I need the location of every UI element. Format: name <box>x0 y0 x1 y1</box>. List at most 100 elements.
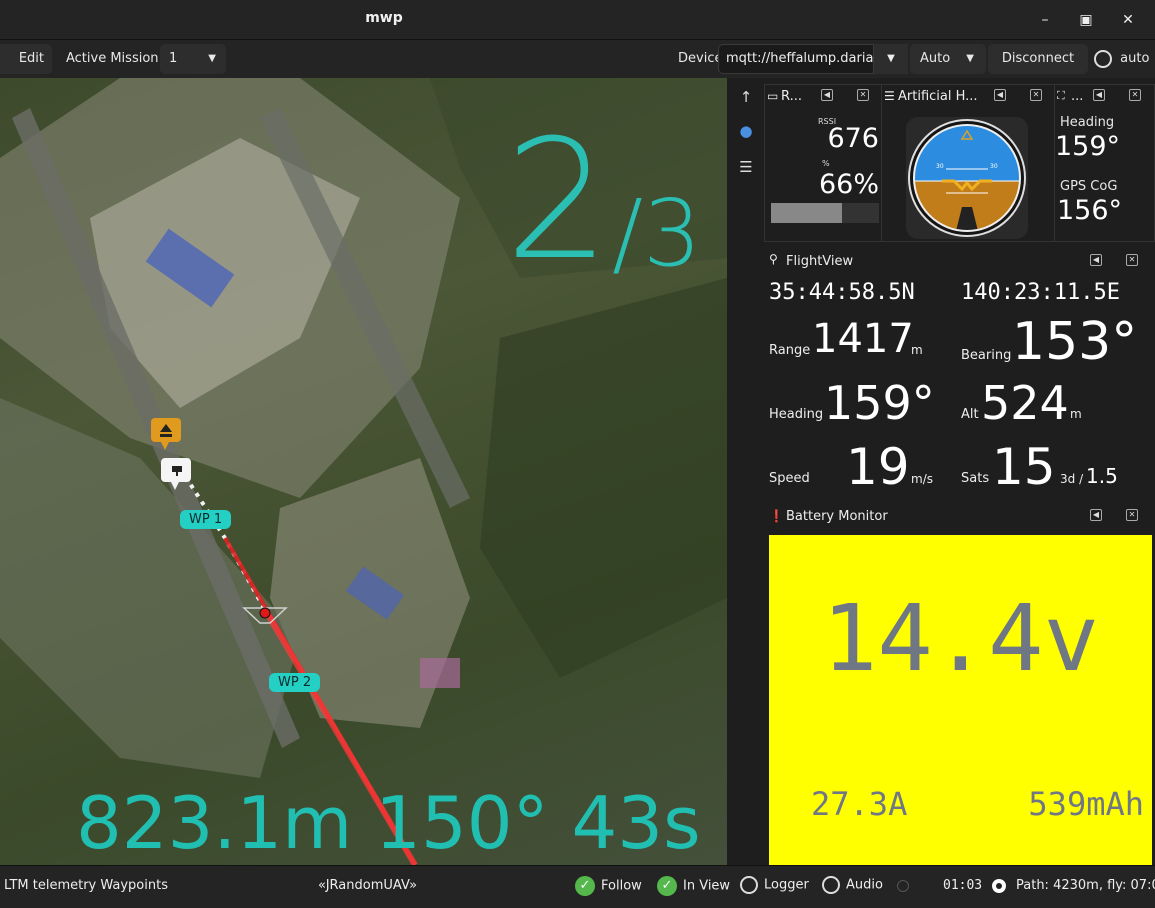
waypoint-label-2[interactable]: WP 2 <box>269 673 321 692</box>
radio-icon <box>740 876 758 894</box>
monitor-icon: ▭ <box>767 89 779 103</box>
heading-value: 159° <box>1055 131 1121 162</box>
audio-checkbox[interactable]: Audio <box>822 876 883 894</box>
dock-icon[interactable]: ◀ <box>821 89 833 101</box>
longitude: 140:23:11.5E <box>961 280 1120 305</box>
follow-checkbox[interactable]: ✓ Follow <box>575 876 642 896</box>
active-mission-select[interactable]: 1 ▼ <box>160 44 226 74</box>
maximize-icon[interactable]: ▣ <box>1074 8 1098 32</box>
spinner-icon <box>897 880 909 896</box>
close-icon[interactable]: ✕ <box>1116 8 1140 32</box>
latitude: 35:44:58.5N <box>769 280 915 305</box>
expand-icon: ⛶ <box>1057 89 1065 102</box>
dock-sidebar: ↑ ● ☰ <box>727 78 763 865</box>
dock-icon[interactable]: ◀ <box>1093 89 1105 101</box>
disconnect-button[interactable]: Disconnect <box>988 44 1088 74</box>
speed-value: Auto <box>920 51 951 66</box>
device-label: Device <box>678 51 723 66</box>
device-input[interactable]: mqtt://heffalump.daria.co <box>718 44 874 74</box>
close-panel-icon[interactable]: ✕ <box>857 89 869 101</box>
pitch-scale-label: 30 <box>936 163 944 170</box>
flightview-title: FlightView <box>786 254 854 269</box>
dock-icon[interactable]: ◀ <box>1090 509 1102 521</box>
chevron-down-icon: ▼ <box>208 53 216 64</box>
audio-label: Audio <box>846 877 883 893</box>
compass-panel: ⛶ ... ◀ ✕ Heading 159° GPS CoG 156° <box>1054 84 1155 242</box>
arrow-up-icon[interactable]: ↑ <box>737 88 755 106</box>
path-summary: Path: 4230m, fly: 07:09 <box>1016 878 1155 893</box>
menu-icon: ☰ <box>884 89 895 103</box>
window-title: mwp <box>365 10 403 26</box>
map-view[interactable]: 2 /3 WP 1 WP 2 823.1m 150° 43s <box>0 78 727 865</box>
auto-radio[interactable]: auto <box>1094 40 1149 78</box>
active-mission-value: 1 <box>169 51 178 66</box>
battery-panel-header: ❗ Battery Monitor ◀ ✕ <box>764 503 1155 531</box>
device-dropdown-icon[interactable]: ▼ <box>874 44 908 74</box>
compass-panel-header: ⛶ ... ◀ ✕ <box>1055 85 1154 107</box>
search-icon: ⚲ <box>769 252 778 266</box>
close-panel-icon[interactable]: ✕ <box>1129 89 1141 101</box>
percent-label: % <box>822 159 830 168</box>
sats-label: Sats <box>961 471 990 486</box>
bearing-value: 153° <box>1012 312 1138 372</box>
map-status-overlay: 823.1m 150° 43s <box>76 781 701 865</box>
compass-panel-title: ... <box>1071 89 1084 104</box>
sats-hdop: 1.5 <box>1086 464 1118 488</box>
bearing-label: Bearing <box>961 348 1012 363</box>
pitch-scale-label: 30 <box>990 163 998 170</box>
rssi-percent: 66% <box>818 169 879 200</box>
speed-unit: m/s <box>911 472 933 486</box>
radio-icon <box>1094 49 1112 68</box>
active-mission-label: Active Mission <box>66 51 159 66</box>
speed-select[interactable]: Auto ▼ <box>910 44 986 74</box>
sats-fix: 3d / <box>1060 472 1084 486</box>
radio-panel-header: ▭ R... ◀ ✕ <box>765 85 881 107</box>
battery-header-row: ❗ Battery Monitor ◀ ✕ <box>764 503 1155 525</box>
waypoint-current-number: 2 <box>505 104 610 296</box>
list-icon[interactable]: ☰ <box>737 158 755 176</box>
logger-checkbox[interactable]: Logger <box>740 876 809 894</box>
dock-icon[interactable]: ◀ <box>994 89 1006 101</box>
signal-level-bar <box>771 203 879 223</box>
ahi-panel-title: Artificial H... <box>898 89 978 104</box>
status-bar: LTM telemetry Waypoints «JRandomUAV» ✓ Fo… <box>0 865 1155 908</box>
range-value: 1417 <box>812 316 914 362</box>
range-label: Range <box>769 343 811 358</box>
flightview-panel: ⚲ FlightView ◀ ✕ 35:44:58.5N 140:23:11.5… <box>764 248 1155 498</box>
in-view-label: In View <box>683 878 731 894</box>
attitude-indicator: 30 30 <box>906 117 1028 239</box>
vehicle-name: «JRandomUAV» <box>318 878 418 893</box>
gps-cog-value: 156° <box>1057 195 1123 226</box>
chevron-down-icon: ▼ <box>966 53 974 64</box>
close-panel-icon[interactable]: ✕ <box>1030 89 1042 101</box>
battery-voltage: 14.4v <box>822 585 1099 692</box>
ahi-panel-header: ☰ Artificial H... ◀ ✕ <box>882 85 1054 107</box>
elapsed-time: 01:03 <box>943 878 983 893</box>
heading-label: Heading <box>1060 115 1115 130</box>
speed-value: 19 <box>846 438 910 496</box>
flightview-header: ⚲ FlightView ◀ ✕ <box>764 248 1155 270</box>
check-icon: ✓ <box>657 876 677 896</box>
close-panel-icon[interactable]: ✕ <box>1126 254 1138 266</box>
close-panel-icon[interactable]: ✕ <box>1126 509 1138 521</box>
dock-icon[interactable]: ◀ <box>1090 254 1102 266</box>
edit-wps-button[interactable]: Edit WPs <box>0 44 52 74</box>
waypoint-label-1[interactable]: WP 1 <box>180 510 232 529</box>
range-unit: m <box>911 343 923 357</box>
heading-value: 159° <box>824 376 935 430</box>
follow-label: Follow <box>601 878 642 894</box>
globe-icon[interactable]: ● <box>737 122 755 140</box>
gps-cog-label: GPS CoG <box>1060 179 1118 194</box>
title-bar: mwp – ▣ ✕ <box>0 0 1155 40</box>
altitude-unit: m <box>1070 407 1082 421</box>
waypoint-total-number: /3 <box>612 180 702 287</box>
artificial-horizon-panel: ☰ Artificial H... ◀ ✕ 30 30 <box>881 84 1055 242</box>
sats-value: 15 <box>992 438 1056 496</box>
altitude-label: Alt <box>961 407 979 422</box>
signal-level-fill <box>771 203 843 223</box>
heading-label: Heading <box>769 407 824 422</box>
minimize-icon[interactable]: – <box>1033 8 1057 32</box>
in-view-checkbox[interactable]: ✓ In View <box>657 876 730 896</box>
radio-panel-title: R... <box>781 89 802 104</box>
battery-current: 27.3A <box>811 785 908 823</box>
